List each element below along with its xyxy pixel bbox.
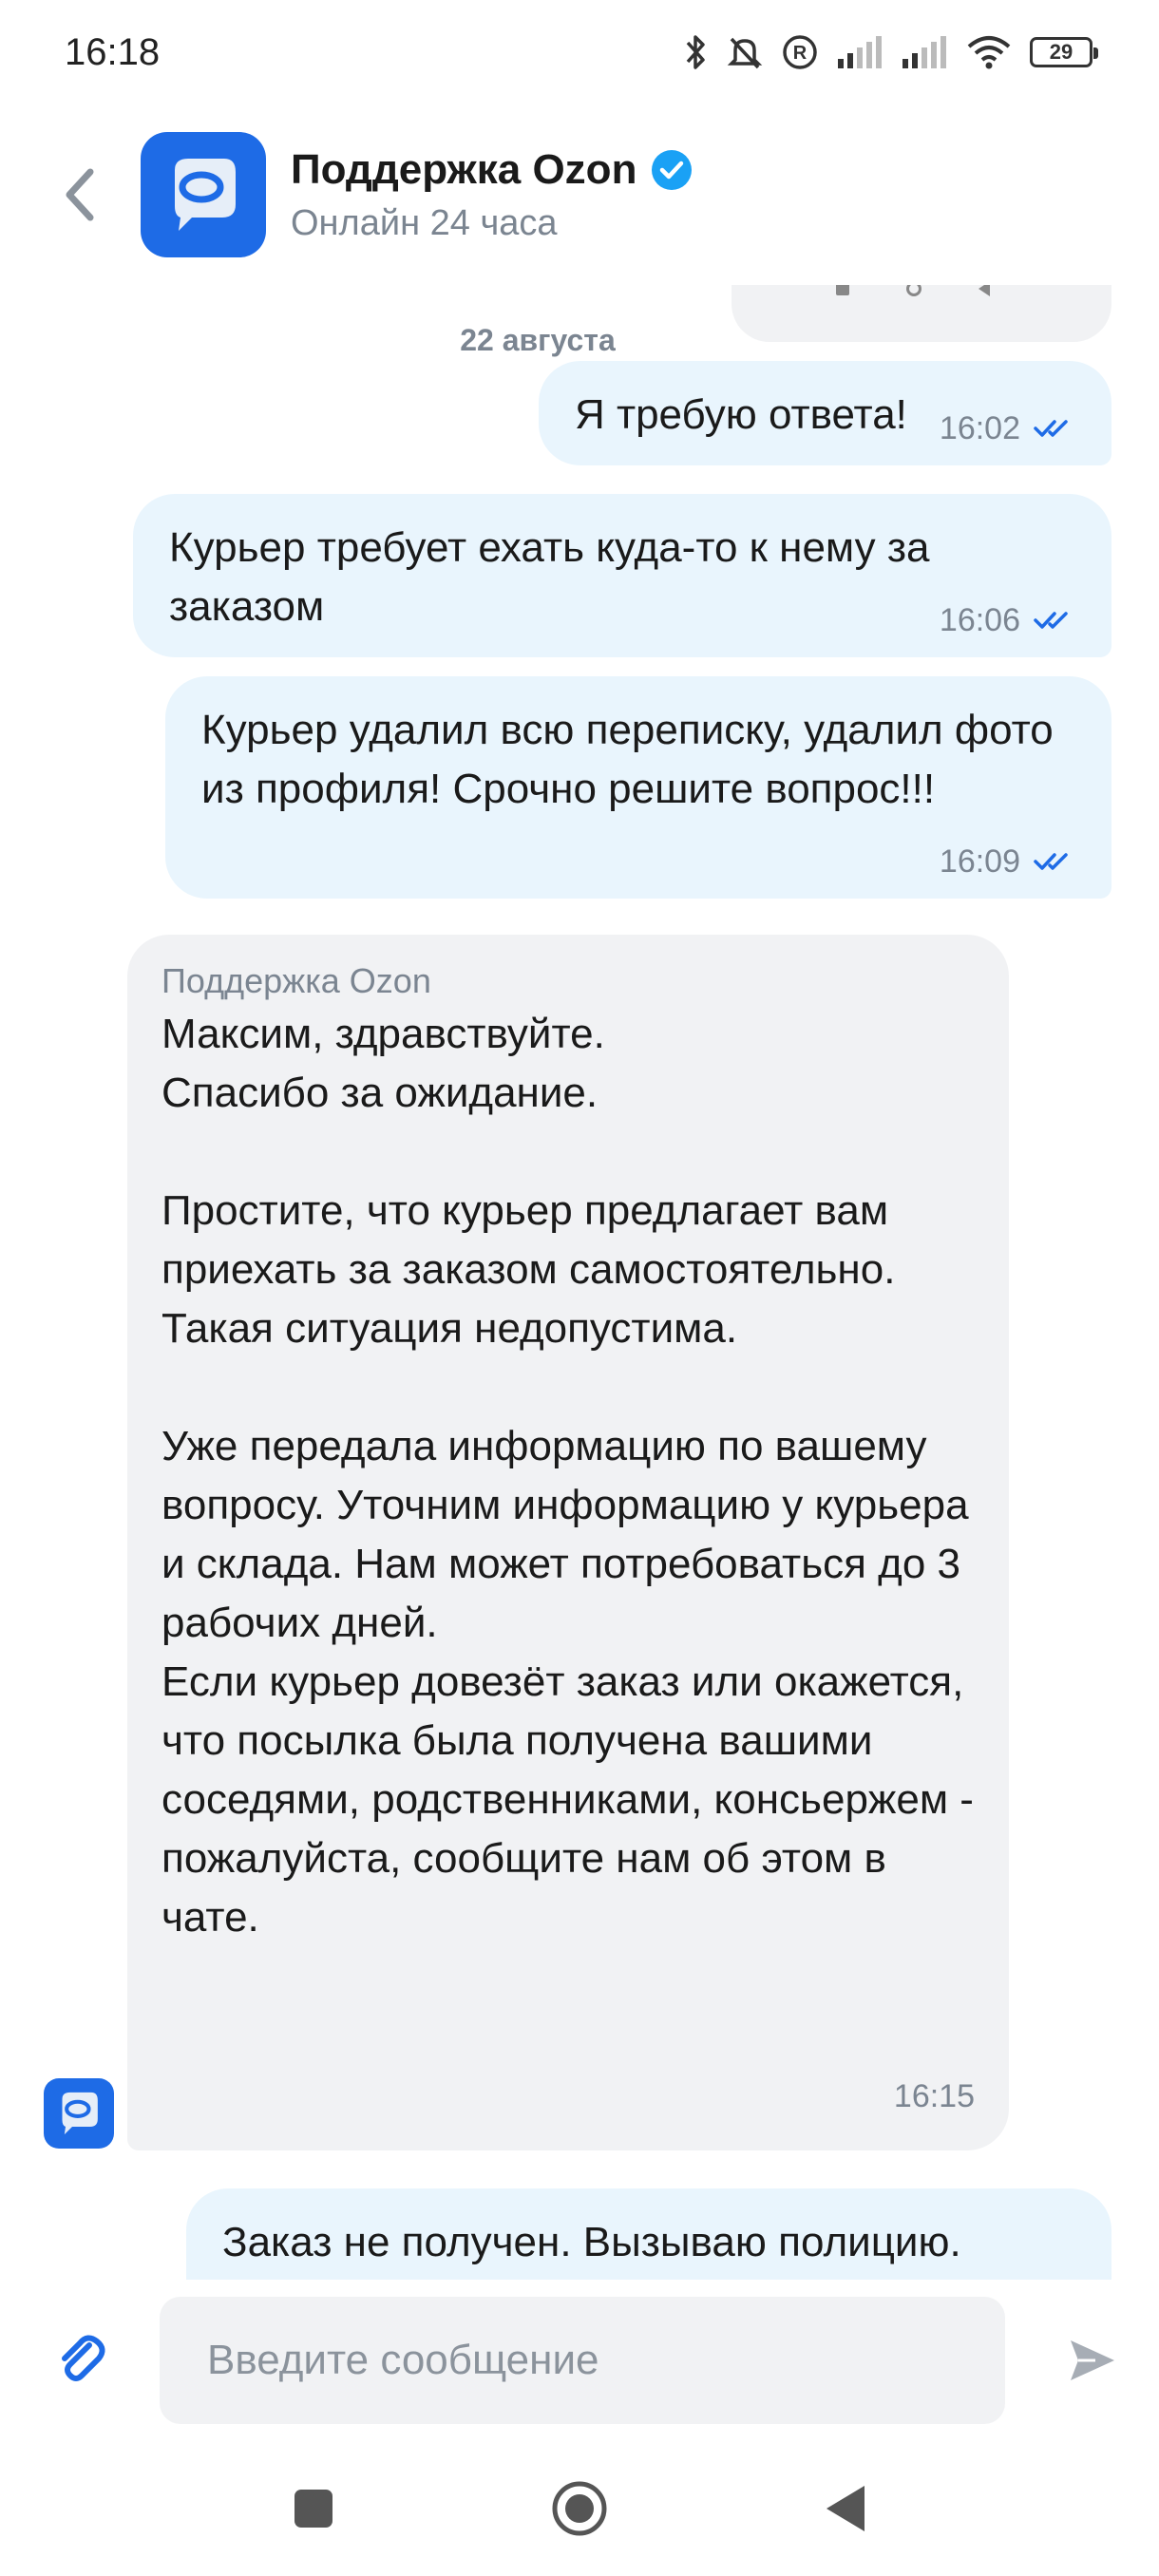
avatar[interactable] xyxy=(141,132,266,257)
paperclip-icon xyxy=(62,2335,105,2381)
message-outgoing[interactable]: Я требую ответа! 16:02 xyxy=(538,361,1112,465)
square-icon xyxy=(836,285,849,295)
message-outgoing[interactable]: Заказ не получен. Вызываю полицию. xyxy=(186,2188,1112,2280)
ozon-support-logo-icon xyxy=(175,159,236,231)
recents-button[interactable] xyxy=(276,2471,352,2547)
status-time: 16:18 xyxy=(65,30,161,73)
registered-icon: R xyxy=(783,35,817,69)
chat-header: Поддержка Ozon Онлайн 24 часа xyxy=(0,104,1159,285)
message-text: Курьер требует ехать куда-то к нему за з… xyxy=(169,524,930,630)
back-button[interactable] xyxy=(48,157,114,233)
status-bar: 16:18 R 29 xyxy=(0,0,1159,104)
circle-icon xyxy=(906,285,922,296)
date-separator-text: 22 августа xyxy=(460,323,616,357)
message-meta: 16:09 xyxy=(940,832,1074,891)
back-nav-button[interactable] xyxy=(808,2471,884,2547)
message-time: 16:06 xyxy=(939,602,1020,638)
system-nav-bar xyxy=(0,2441,1159,2576)
message-composer xyxy=(0,2280,1159,2441)
message-outgoing[interactable]: Курьер удалил всю переписку, удалил фото… xyxy=(165,676,1112,899)
message-meta: 16:06 xyxy=(940,591,1074,650)
triangle-icon xyxy=(826,2486,864,2531)
message-time: 16:02 xyxy=(939,410,1020,446)
verified-badge-icon xyxy=(652,149,693,190)
double-check-icon xyxy=(1034,612,1068,629)
message-text: Максим, здравствуйте. Спасибо за ожидани… xyxy=(162,1011,974,1941)
message-incoming[interactable]: Поддержка Ozon Максим, здравствуйте. Спа… xyxy=(127,935,1009,2150)
date-separator: 22 августа xyxy=(0,323,1159,358)
bluetooth-icon xyxy=(686,35,705,69)
battery-icon: 29 xyxy=(1030,37,1098,67)
double-check-icon xyxy=(1034,420,1068,437)
message-sender: Поддержка Ozon xyxy=(162,961,431,1000)
message-outgoing[interactable]: Курьер требует ехать куда-то к нему за з… xyxy=(133,494,1112,657)
chat-subtitle: Онлайн 24 часа xyxy=(291,202,558,243)
send-icon xyxy=(1071,2340,1114,2380)
circle-icon xyxy=(552,2481,607,2536)
ozon-support-logo-icon xyxy=(62,2092,98,2135)
attach-button[interactable] xyxy=(44,2322,120,2398)
message-time: 16:09 xyxy=(939,843,1020,880)
double-check-icon xyxy=(1034,853,1068,870)
battery-level: 29 xyxy=(1049,40,1074,64)
message-text: Заказ не получен. Вызываю полицию. xyxy=(222,2219,961,2265)
message-meta: 16:02 xyxy=(940,399,1074,458)
square-icon xyxy=(294,2490,332,2528)
mute-icon xyxy=(727,37,763,69)
message-time: 16:15 xyxy=(893,2078,975,2114)
message-list[interactable]: 22 августа Я требую ответа! 16:02 Курьер… xyxy=(0,285,1159,2280)
status-icons: R 29 xyxy=(682,33,1098,71)
home-button[interactable] xyxy=(542,2471,618,2547)
chat-title-text: Поддержка Ozon xyxy=(291,145,637,193)
send-button[interactable] xyxy=(1054,2322,1130,2398)
message-text: Курьер удалил всю переписку, удалил фото… xyxy=(201,707,1054,812)
preview-nav xyxy=(836,285,990,296)
avatar[interactable] xyxy=(44,2078,114,2149)
message-text: Я требую ответа! xyxy=(574,391,907,438)
triangle-icon xyxy=(978,285,990,296)
message-input[interactable] xyxy=(160,2297,1005,2424)
signal-icon xyxy=(838,36,882,68)
svg-text:R: R xyxy=(793,43,808,64)
signal-icon xyxy=(902,36,946,68)
wifi-icon xyxy=(967,36,1011,69)
header-text: Поддержка Ozon Онлайн 24 часа xyxy=(291,146,694,244)
chat-title: Поддержка Ozon xyxy=(291,146,694,194)
chevron-left-icon xyxy=(66,168,94,221)
